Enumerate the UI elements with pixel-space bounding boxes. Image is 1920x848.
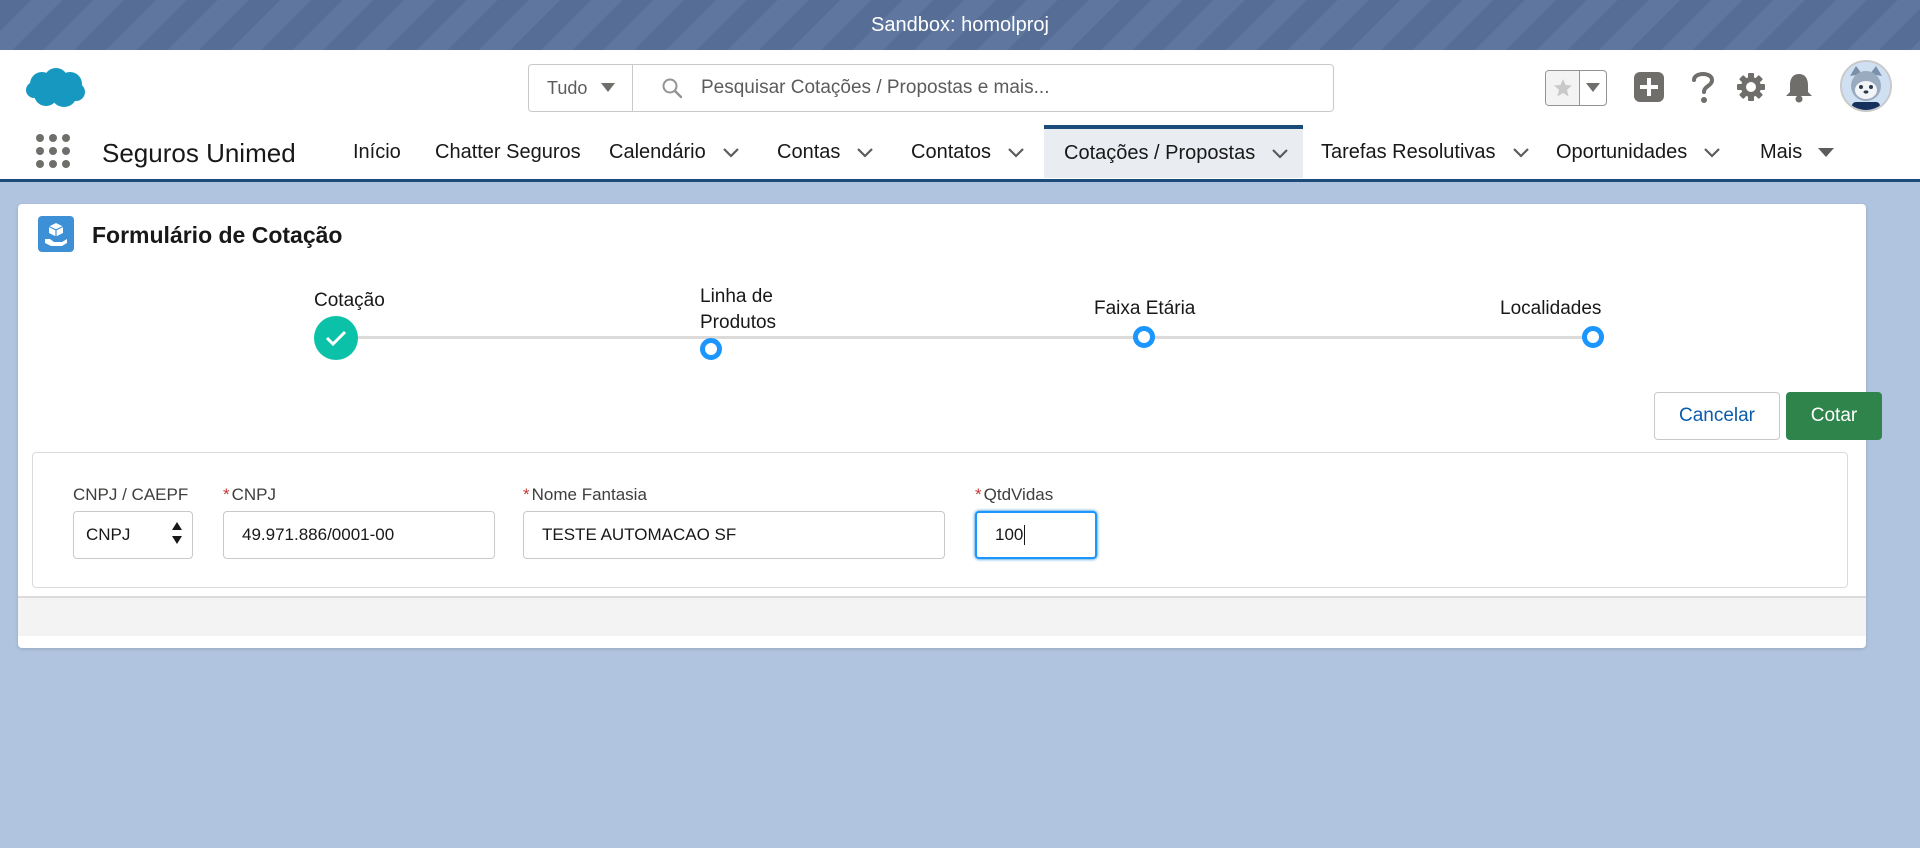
qtd-vidas-label-text: QtdVidas bbox=[983, 485, 1054, 504]
search-scope-label: Tudo bbox=[547, 77, 588, 98]
doc-type-value: CNPJ bbox=[86, 525, 131, 544]
header-tools bbox=[1545, 62, 1607, 114]
progress-step-label: Linha de Produtos bbox=[700, 286, 777, 333]
sandbox-label: Sandbox: homolproj bbox=[871, 13, 1049, 36]
favorites-menu-button[interactable] bbox=[1580, 71, 1606, 105]
doc-type-select[interactable]: CNPJ bbox=[73, 511, 193, 559]
progress-step-open[interactable] bbox=[700, 338, 722, 360]
global-create-button[interactable] bbox=[1632, 70, 1666, 104]
nav-tab-inicio[interactable]: Início bbox=[353, 126, 401, 179]
card-title: Formulário de Cotação bbox=[92, 222, 343, 248]
app-name: Seguros Unimed bbox=[102, 138, 296, 168]
nav-tab-label: Tarefas Resolutivas bbox=[1321, 141, 1496, 163]
cancel-button[interactable]: Cancelar bbox=[1654, 392, 1780, 440]
nav-tab-label: Mais bbox=[1760, 141, 1803, 163]
search-field bbox=[633, 65, 1333, 111]
check-icon bbox=[325, 330, 347, 347]
qtd-vidas-input[interactable]: 100 bbox=[975, 511, 1097, 559]
qtd-vidas-value: 100 bbox=[995, 525, 1024, 544]
nav-tab-label: Contas bbox=[777, 141, 841, 163]
cnpj-value: 49.971.886/0001-00 bbox=[242, 525, 395, 544]
nome-fantasia-input[interactable]: TESTE AUTOMACAO SF bbox=[523, 511, 945, 559]
progress-step-label: Faixa Etária bbox=[1094, 298, 1196, 319]
cnpj-input[interactable]: 49.971.886/0001-00 bbox=[223, 511, 495, 559]
nome-fantasia-value: TESTE AUTOMACAO SF bbox=[542, 525, 737, 544]
app-nav-bar: Seguros Unimed Início Chatter Seguros Ca… bbox=[0, 125, 1920, 182]
card-footer bbox=[18, 596, 1866, 636]
nav-tab-label: Chatter Seguros bbox=[435, 141, 581, 163]
chevron-down-icon[interactable] bbox=[1512, 147, 1530, 159]
progress-track bbox=[336, 336, 1598, 339]
nome-fantasia-label: * Nome Fantasia bbox=[523, 485, 647, 505]
nav-tab-tarefas-resolutivas[interactable]: Tarefas Resolutivas bbox=[1321, 126, 1530, 179]
salesforce-logo-icon[interactable] bbox=[24, 66, 88, 110]
global-search: Tudo bbox=[528, 64, 1334, 112]
select-arrows-icon bbox=[172, 522, 182, 544]
nav-tab-label: Oportunidades bbox=[1556, 141, 1688, 163]
progress-step-open[interactable] bbox=[1582, 326, 1604, 348]
progress-step-label: Localidades bbox=[1500, 298, 1602, 319]
nav-tab-cotacoes-propostas[interactable]: Cotações / Propostas bbox=[1044, 125, 1303, 178]
quote-form-card: Formulário de Cotação Cotação Linha de P… bbox=[18, 204, 1882, 648]
app-launcher-icon[interactable] bbox=[36, 134, 70, 168]
nav-tab-calendario[interactable]: Calendário bbox=[609, 126, 740, 179]
notifications-button[interactable] bbox=[1782, 70, 1816, 104]
nav-tab-chatter-seguros[interactable]: Chatter Seguros bbox=[435, 126, 581, 179]
quote-form-icon bbox=[38, 216, 74, 252]
search-scope-dropdown[interactable]: Tudo bbox=[529, 65, 633, 111]
product-box-icon bbox=[45, 223, 67, 246]
nav-tab-contas[interactable]: Contas bbox=[777, 126, 874, 179]
add-icon bbox=[1634, 72, 1664, 102]
nav-tab-label: Contatos bbox=[911, 141, 992, 163]
star-icon bbox=[1553, 79, 1572, 97]
caret-down-icon bbox=[1586, 83, 1600, 92]
nav-tab-oportunidades[interactable]: Oportunidades bbox=[1556, 126, 1721, 179]
nav-tab-label: Calendário bbox=[609, 141, 706, 163]
nome-fantasia-label-text: Nome Fantasia bbox=[531, 485, 647, 504]
global-header: Tudo bbox=[0, 50, 1920, 126]
gear-icon bbox=[1737, 73, 1765, 101]
chevron-down-icon[interactable] bbox=[1007, 147, 1025, 159]
progress-step-label: Cotação bbox=[314, 290, 385, 311]
progress-step-open[interactable] bbox=[1133, 326, 1155, 348]
qtd-vidas-label: * QtdVidas bbox=[975, 485, 1053, 505]
nav-tab-label: Cotações / Propostas bbox=[1064, 142, 1256, 164]
doc-type-label: CNPJ / CAEPF bbox=[73, 485, 188, 505]
chevron-down-icon[interactable] bbox=[722, 147, 740, 159]
chevron-down-icon[interactable] bbox=[856, 147, 874, 159]
doc-type-label-text: CNPJ / CAEPF bbox=[73, 485, 189, 504]
help-icon bbox=[1692, 72, 1715, 103]
chevron-down-icon[interactable] bbox=[1703, 147, 1721, 159]
help-button[interactable] bbox=[1686, 68, 1720, 106]
required-asterisk: * bbox=[523, 485, 530, 504]
required-asterisk: * bbox=[975, 485, 982, 504]
nav-more-menu[interactable]: Mais bbox=[1760, 126, 1835, 179]
search-icon bbox=[662, 78, 683, 99]
cotar-button[interactable]: Cotar bbox=[1786, 392, 1882, 440]
bell-icon bbox=[1786, 74, 1812, 103]
favorites-group bbox=[1545, 70, 1607, 106]
text-cursor bbox=[1024, 525, 1026, 545]
nav-tab-label: Início bbox=[353, 141, 401, 163]
progress-step-complete[interactable] bbox=[314, 316, 358, 360]
sandbox-banner: Sandbox: homolproj bbox=[0, 0, 1920, 50]
caret-down-icon bbox=[1818, 147, 1835, 157]
cnpj-label-text: CNPJ bbox=[231, 485, 277, 504]
caret-down-icon bbox=[601, 83, 616, 92]
chevron-down-icon[interactable] bbox=[1271, 148, 1289, 160]
favorites-star-button[interactable] bbox=[1546, 71, 1580, 105]
required-asterisk: * bbox=[223, 485, 230, 504]
user-avatar[interactable] bbox=[1840, 60, 1892, 112]
nav-tab-contatos[interactable]: Contatos bbox=[911, 126, 1025, 179]
cnpj-label: * CNPJ bbox=[223, 485, 276, 505]
astro-avatar-icon bbox=[1842, 62, 1890, 110]
search-input[interactable] bbox=[701, 77, 1301, 99]
setup-button[interactable] bbox=[1734, 70, 1768, 104]
quote-form-fields: CNPJ / CAEPF CNPJ * CNPJ 49.971.886/0001-… bbox=[32, 452, 1848, 588]
